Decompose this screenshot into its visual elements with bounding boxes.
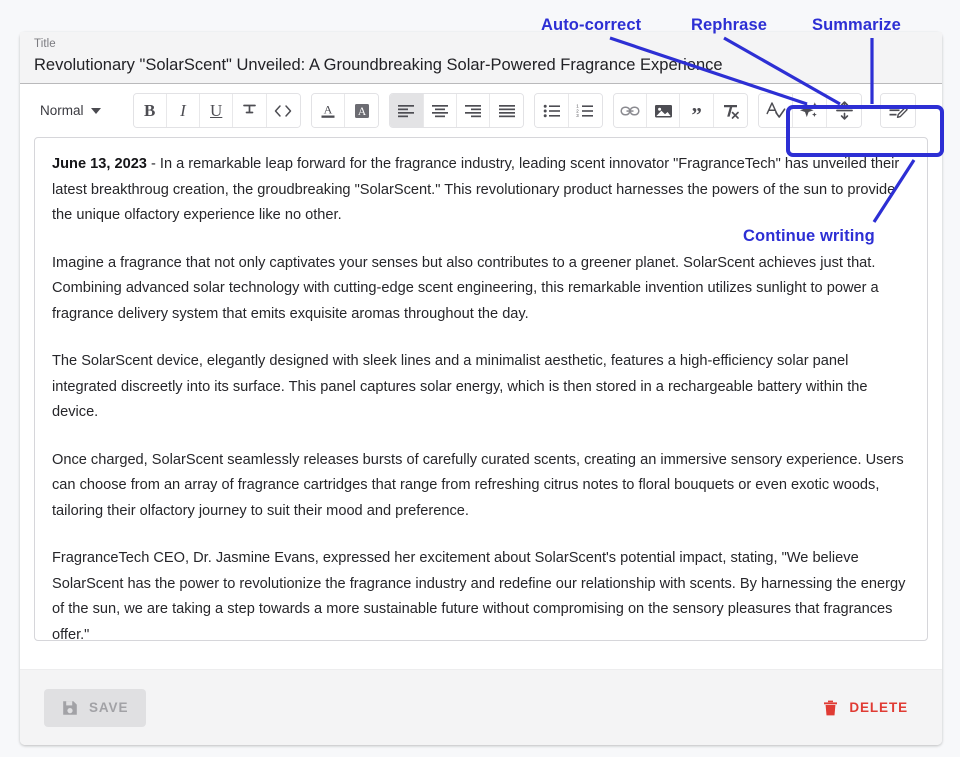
image-icon [654, 104, 672, 117]
paragraph: Imagine a fragrance that not only captiv… [52, 254, 879, 322]
align-center-icon [431, 104, 448, 117]
toolbar-group-lists: 1 2 3 [534, 93, 603, 128]
numbered-list-icon: 1 2 3 [577, 104, 594, 118]
paragraph-style-value: Normal [40, 103, 84, 118]
align-right-icon [465, 104, 482, 117]
highlight-color-icon: A [354, 103, 369, 118]
paragraph: FragranceTech CEO, Dr. Jasmine Evans, ex… [52, 550, 906, 641]
svg-text:3: 3 [577, 113, 580, 118]
bulleted-list-button[interactable] [535, 94, 569, 127]
toolbar-group-color: A A [310, 93, 380, 128]
title-label: Title [34, 38, 56, 50]
align-justify-icon [498, 104, 515, 117]
paragraph-text: - In a remarkable leap forward for the f… [52, 156, 900, 223]
sparkles-icon [800, 102, 819, 118]
annotation-auto-correct: Auto-correct [541, 16, 642, 34]
highlight-color-button[interactable]: A [345, 94, 379, 127]
toolbar-group-text-format: B I U [132, 93, 301, 128]
document-body[interactable]: June 13, 2023 - In a remarkable leap for… [34, 137, 928, 641]
align-left-icon [398, 104, 415, 117]
editor-toolbar: Normal B I U A A 1 2 3 ” [20, 84, 942, 137]
paragraph-style-select[interactable]: Normal [34, 98, 107, 123]
bold-button[interactable]: B [133, 94, 167, 127]
lines-pencil-icon [889, 104, 908, 118]
clear-formatting-icon [723, 104, 739, 119]
text-color-button[interactable]: A [311, 94, 346, 127]
strikethrough-button[interactable] [233, 94, 267, 127]
trash-icon [824, 700, 838, 715]
title-input[interactable]: Revolutionary "SolarScent" Unveiled: A G… [34, 52, 928, 78]
insert-link-button[interactable] [613, 94, 648, 127]
numbered-list-button[interactable]: 1 2 3 [568, 94, 602, 127]
summarize-button[interactable] [827, 94, 862, 127]
delete-button-label: DELETE [849, 700, 908, 715]
save-button-label: SAVE [89, 700, 129, 715]
blockquote-button[interactable]: ” [680, 94, 714, 127]
annotation-rephrase: Rephrase [691, 16, 768, 34]
continue-writing-button[interactable] [881, 94, 916, 127]
svg-text:A: A [358, 106, 367, 118]
paragraph: The SolarScent device, elegantly designe… [52, 353, 868, 420]
align-right-button[interactable] [456, 94, 491, 127]
delete-button[interactable]: DELETE [815, 689, 916, 727]
title-field[interactable]: Title Revolutionary "SolarScent" Unveile… [20, 32, 942, 84]
rephrase-button[interactable] [793, 94, 828, 127]
toolbar-group-alignment [389, 93, 525, 128]
a-checkmark-icon [766, 102, 786, 118]
editor-footer: SAVE DELETE [20, 669, 942, 745]
italic-button[interactable]: I [166, 94, 201, 127]
paragraph: Once charged, SolarScent seamlessly rele… [52, 451, 904, 519]
code-button[interactable] [266, 94, 300, 127]
floppy-disk-icon [63, 700, 77, 715]
annotation-summarize: Summarize [812, 16, 901, 34]
clear-formatting-button[interactable] [713, 94, 747, 127]
underline-button[interactable]: U [200, 94, 234, 127]
bulleted-list-icon [543, 104, 560, 117]
text-color-icon: A [321, 102, 335, 118]
chevron-down-icon [90, 107, 101, 114]
ai-continue-group [880, 93, 917, 128]
strikethrough-icon [243, 104, 256, 114]
save-button[interactable]: SAVE [44, 688, 147, 727]
svg-text:A: A [324, 102, 333, 116]
link-icon [620, 105, 640, 116]
align-center-button[interactable] [423, 94, 457, 127]
note-editor-card: Title Revolutionary "SolarScent" Unveile… [20, 32, 942, 745]
align-left-button[interactable] [390, 94, 424, 127]
paragraph-datestamp: June 13, 2023 [52, 156, 147, 172]
compress-icon [835, 101, 853, 120]
annotation-continue-writing: Continue writing [743, 227, 875, 245]
ai-text-group [758, 93, 863, 128]
auto-correct-button[interactable] [759, 94, 794, 127]
align-justify-button[interactable] [490, 94, 524, 127]
toolbar-group-ai [758, 93, 930, 128]
toolbar-group-insert: ” [612, 93, 749, 128]
paragraph: June 13, 2023 - In a remarkable leap for… [52, 152, 910, 229]
code-icon [274, 104, 292, 117]
insert-image-button[interactable] [647, 94, 681, 127]
